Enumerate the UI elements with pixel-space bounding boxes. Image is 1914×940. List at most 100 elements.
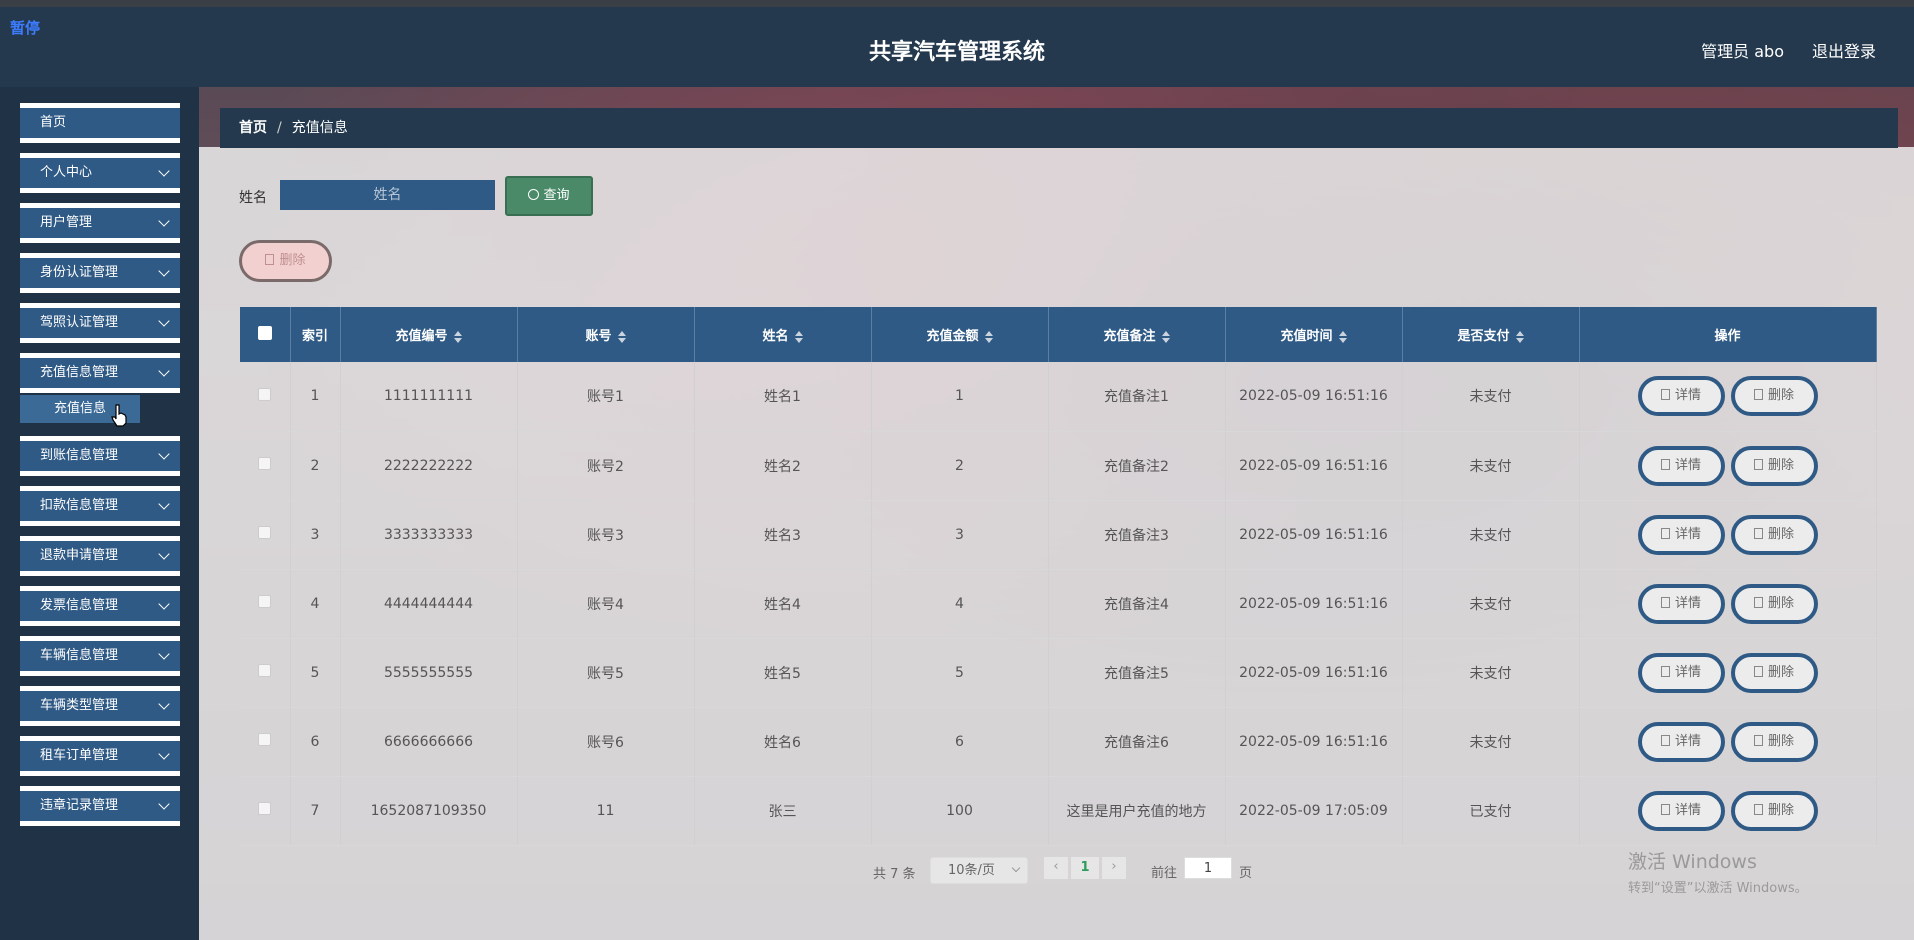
row-select-cell[interactable]	[240, 707, 291, 777]
sidebar-menu-bar: 到账信息管理	[20, 441, 180, 471]
column-header: 操作	[1579, 307, 1877, 362]
column-header[interactable]: 账号	[517, 307, 695, 362]
pagination-total: 共 7 条	[873, 867, 916, 882]
sidebar-menu-item[interactable]: 发票信息管理	[20, 586, 180, 626]
row-delete-button[interactable]: 删除	[1730, 376, 1818, 417]
row-delete-button-label: 删除	[1767, 595, 1794, 611]
row-delete-button[interactable]: 删除	[1730, 583, 1818, 624]
column-header[interactable]: 姓名	[694, 307, 872, 362]
row-delete-button[interactable]: 删除	[1730, 445, 1818, 486]
table-row[interactable]: 5 5555555555 账号5 姓名5 5 充值备注5 2022-05-09 16:51:…	[240, 638, 1877, 708]
column-header[interactable]: 充值时间	[1225, 307, 1403, 362]
chevron-down-icon	[158, 548, 170, 560]
row-delete-button[interactable]: 删除	[1730, 721, 1818, 762]
row-select-cell[interactable]	[240, 638, 291, 708]
sort-icon[interactable]	[453, 330, 462, 343]
sidebar-menu-item[interactable]: 违章记录管理	[20, 786, 180, 826]
sidebar-menu-item[interactable]: 退款申请管理	[20, 536, 180, 576]
sidebar-menu-item[interactable]: 首页	[20, 103, 180, 143]
detail-button-label: 详情	[1674, 733, 1701, 749]
detail-button[interactable]: 详情	[1637, 514, 1725, 555]
column-header[interactable]: 充值编号	[340, 307, 518, 362]
row-delete-button-label: 删除	[1767, 526, 1794, 542]
row-select-cell[interactable]	[240, 362, 291, 432]
sidebar-menu-item[interactable]: 扣款信息管理	[20, 486, 180, 526]
row-checkbox[interactable]	[258, 802, 272, 815]
table-row[interactable]: 2 2222222222 账号2 姓名2 2 充值备注2 2022-05-09 16:51:…	[240, 431, 1877, 501]
logout-link[interactable]: 退出登录	[1812, 38, 1876, 62]
sidebar-menu-item[interactable]: 用户管理	[20, 203, 180, 243]
row-checkbox[interactable]	[258, 526, 272, 539]
row-delete-button-label: 删除	[1767, 664, 1794, 680]
table-row[interactable]: 6 6666666666 账号6 姓名6 6 充值备注6 2022-05-09 16:51:…	[240, 707, 1877, 777]
row-delete-button[interactable]: 删除	[1730, 652, 1818, 693]
sort-icon[interactable]	[1515, 330, 1524, 343]
column-header[interactable]: 充值金额	[871, 307, 1049, 362]
sidebar-menu-item[interactable]: 到账信息管理	[20, 436, 180, 476]
column-header[interactable]: 是否支付	[1402, 307, 1580, 362]
sidebar-menu-bar: 充值信息管理	[20, 358, 180, 388]
sidebar-menu-label: 用户管理	[40, 215, 93, 230]
page-size-select[interactable]: 10条/页	[930, 857, 1028, 884]
chevron-down-icon	[158, 798, 170, 810]
row-checkbox[interactable]	[258, 664, 272, 677]
chevron-down-icon	[1011, 863, 1021, 873]
row-select-cell[interactable]	[240, 776, 291, 846]
breadcrumb-home[interactable]: 首页	[239, 120, 267, 136]
row-select-cell[interactable]	[240, 500, 291, 570]
detail-button[interactable]: 详情	[1637, 790, 1725, 831]
sidebar-menu-item[interactable]: 车辆信息管理	[20, 636, 180, 676]
row-select-cell[interactable]	[240, 569, 291, 639]
cell-name: 姓名3	[694, 500, 872, 570]
sort-icon[interactable]	[794, 330, 803, 343]
detail-button[interactable]: 详情	[1637, 376, 1725, 417]
row-select-cell[interactable]	[240, 431, 291, 501]
sidebar-menu-item[interactable]: 个人中心	[20, 153, 180, 193]
table-row[interactable]: 3 3333333333 账号3 姓名3 3 充值备注3 2022-05-09 16:51:…	[240, 500, 1877, 570]
cell-paid: 未支付	[1402, 638, 1580, 708]
cell-actions: 详情 删除	[1579, 569, 1877, 639]
breadcrumb: 首页 / 充值信息	[220, 108, 1898, 148]
sidebar-menu-bar: 扣款信息管理	[20, 491, 180, 521]
document-icon	[1660, 734, 1670, 746]
column-header[interactable]: 充值备注	[1048, 307, 1226, 362]
goto-page-input[interactable]	[1184, 857, 1232, 879]
page-number[interactable]: 1	[1071, 857, 1099, 879]
row-delete-button[interactable]: 删除	[1730, 790, 1818, 831]
main-content: 首页 / 充值信息 姓名 查询 删除 索引 充值编号 账号 姓名 充值金额 充值备注…	[199, 87, 1914, 940]
table-row[interactable]: 7 1652087109350 11 张三 100 这里是用户充值的地方 2022-05-0…	[240, 776, 1877, 846]
sidebar-menu-item[interactable]: 租车订单管理	[20, 736, 180, 776]
row-checkbox[interactable]	[258, 595, 272, 608]
sidebar-menu-bar: 驾照认证管理	[20, 308, 180, 338]
table-row[interactable]: 1 1111111111 账号1 姓名1 1 充值备注1 2022-05-09 16:51:…	[240, 362, 1877, 432]
row-checkbox[interactable]	[258, 387, 272, 401]
detail-button[interactable]: 详情	[1637, 721, 1725, 762]
select-all-checkbox[interactable]	[257, 325, 272, 340]
sidebar-menu-label: 首页	[40, 115, 67, 130]
next-page-button[interactable]: ›	[1102, 857, 1126, 879]
sidebar-menu-item[interactable]: 车辆类型管理	[20, 686, 180, 726]
name-search-input[interactable]	[280, 180, 495, 210]
detail-button[interactable]: 详情	[1637, 445, 1725, 486]
sidebar-menu-item[interactable]: 驾照认证管理	[20, 303, 180, 343]
row-checkbox[interactable]	[258, 733, 272, 746]
prev-page-button[interactable]: ‹	[1044, 857, 1068, 879]
sort-icon[interactable]	[617, 330, 626, 343]
detail-button[interactable]: 详情	[1637, 583, 1725, 624]
batch-delete-button[interactable]: 删除	[239, 240, 332, 282]
sort-icon[interactable]	[1338, 330, 1347, 343]
sidebar-menu-item[interactable]: 身份认证管理	[20, 253, 180, 293]
query-button[interactable]: 查询	[505, 176, 593, 216]
table-row[interactable]: 4 4444444444 账号4 姓名4 4 充值备注4 2022-05-09 16:51:…	[240, 569, 1877, 639]
watermark-line1: 激活 Windows	[1628, 851, 1757, 873]
select-all-cell[interactable]	[240, 307, 291, 362]
detail-button[interactable]: 详情	[1637, 652, 1725, 693]
cell-recharge-no: 1111111111	[340, 362, 518, 432]
sort-icon[interactable]	[984, 330, 993, 343]
row-checkbox[interactable]	[258, 457, 272, 470]
sort-icon[interactable]	[1161, 330, 1170, 343]
cell-remark: 充值备注1	[1048, 362, 1226, 432]
sidebar-menu-item[interactable]: 充值信息管理	[20, 353, 180, 393]
chevron-down-icon	[158, 165, 170, 177]
row-delete-button[interactable]: 删除	[1730, 514, 1818, 555]
